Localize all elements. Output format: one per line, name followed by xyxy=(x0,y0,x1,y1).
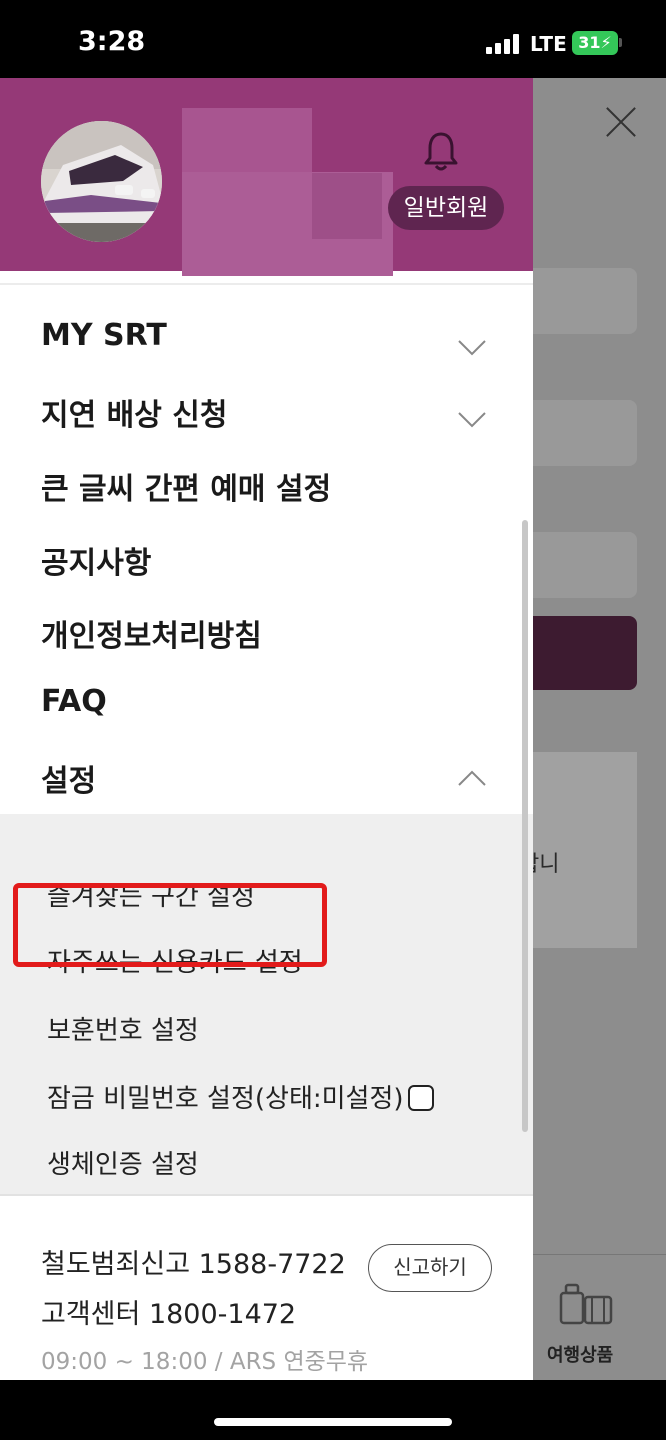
bg-input-box xyxy=(533,400,637,466)
member-grade-badge: 일반회원 xyxy=(388,186,504,230)
menu-item-faq[interactable]: FAQ xyxy=(41,684,107,719)
customer-center[interactable]: 고객센터 1800-1472 xyxy=(41,1292,296,1331)
battery-tip xyxy=(619,38,622,47)
status-time: 3:28 xyxy=(78,26,146,57)
username-blurred xyxy=(182,108,312,172)
bell-icon[interactable] xyxy=(422,130,460,172)
divider xyxy=(0,1194,533,1196)
settings-submenu: 즐겨찾는 구간 설정 자주쓰는 신용카드 설정 보훈번호 설정 잠금 비밀번호 … xyxy=(0,814,533,1194)
chevron-up-icon[interactable] xyxy=(458,770,486,786)
menu-item-privacy-policy[interactable]: 개인정보처리방침 xyxy=(41,611,262,655)
username-blurred xyxy=(312,173,382,239)
background-page-overlay[interactable]: 합니 여행상품 xyxy=(533,78,666,1380)
bg-tabbar-divider xyxy=(533,1254,666,1255)
railway-crime-report: 철도범죄신고 1588-7722 xyxy=(41,1249,346,1280)
bg-primary-button xyxy=(533,616,637,690)
bg-notice-box: 합니 xyxy=(533,752,637,948)
menu-item-delay-compensation[interactable]: 지연 배상 신청 xyxy=(41,390,228,434)
menu-item-settings[interactable]: 설정 xyxy=(41,756,96,800)
luggage-icon xyxy=(559,1283,613,1325)
submenu-lock-password[interactable]: 잠금 비밀번호 설정(상태:미설정) xyxy=(47,1078,434,1115)
service-hours: 09:00 ~ 18:00 / ARS 연중무휴 xyxy=(41,1349,369,1375)
bg-input-box xyxy=(533,532,637,598)
highlight-annotation xyxy=(13,883,327,967)
chevron-down-icon[interactable] xyxy=(458,412,486,428)
menu-item-large-font-booking[interactable]: 큰 글씨 간편 예매 설정 xyxy=(41,464,331,508)
home-bar-area xyxy=(0,1380,666,1440)
srt-train-image xyxy=(41,121,162,242)
menu-item-notices[interactable]: 공지사항 xyxy=(41,538,151,582)
submenu-biometrics[interactable]: 생체인증 설정 xyxy=(47,1144,199,1181)
close-icon[interactable] xyxy=(603,104,639,140)
bg-input-box xyxy=(533,268,637,334)
lock-password-label: 잠금 비밀번호 설정(상태:미설정) xyxy=(47,1084,404,1114)
battery-level: 31 xyxy=(578,33,601,52)
divider xyxy=(0,283,533,285)
signal-icon xyxy=(486,34,522,54)
lock-password-checkbox[interactable] xyxy=(407,1085,434,1111)
scrollbar[interactable] xyxy=(522,520,528,1132)
battery-icon: 31⚡ xyxy=(572,31,618,55)
tab-travel-products: 여행상품 xyxy=(547,1345,614,1366)
side-drawer: 일반회원 MY SRT 지연 배상 신청 큰 글씨 간편 예매 설정 공지사항 … xyxy=(0,78,533,1380)
avatar[interactable] xyxy=(41,121,162,242)
submenu-veteran-number[interactable]: 보훈번호 설정 xyxy=(47,1010,199,1047)
menu-item-my-srt[interactable]: MY SRT xyxy=(41,318,167,353)
drawer-header: 일반회원 xyxy=(0,78,533,276)
network-type: LTE xyxy=(530,32,567,56)
report-button[interactable]: 신고하기 xyxy=(368,1244,492,1292)
home-indicator[interactable] xyxy=(214,1418,452,1426)
chevron-down-icon[interactable] xyxy=(458,340,486,356)
bg-notice-text: 합니 xyxy=(533,852,560,877)
status-bar: 3:28 LTE 31⚡ xyxy=(0,0,666,78)
